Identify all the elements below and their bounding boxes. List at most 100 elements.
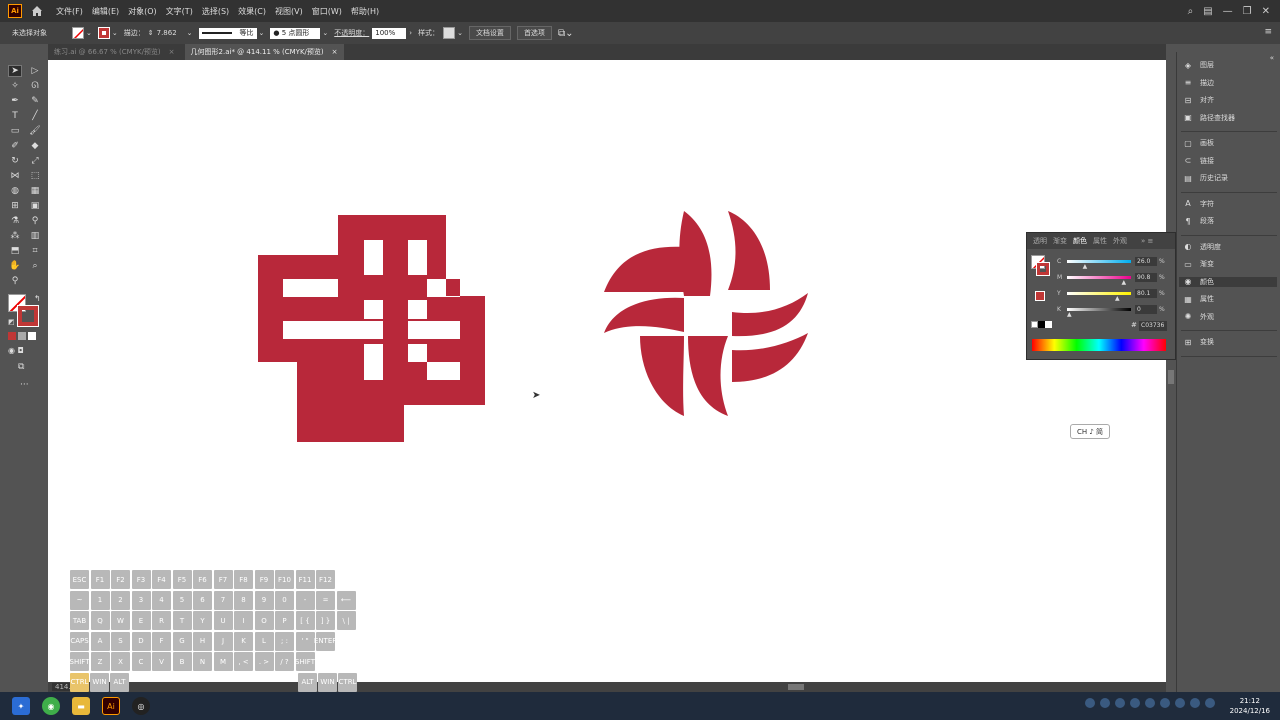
color-slider-y[interactable]: Y ▲ 80.1% bbox=[1057, 289, 1165, 302]
keyboard-key[interactable]: SHIFT bbox=[70, 652, 89, 671]
keyboard-key[interactable]: ENTER bbox=[314, 631, 337, 651]
keyboard-key[interactable]: R bbox=[152, 611, 171, 630]
shaper-tool-icon[interactable]: ✐ bbox=[8, 140, 22, 152]
color-panel-tab[interactable]: 透明 bbox=[1033, 236, 1047, 246]
system-clock[interactable]: 21:12 2024/12/16 bbox=[1230, 696, 1270, 716]
paintbrush-tool-icon[interactable]: 🖌 bbox=[28, 125, 42, 137]
close-window-icon[interactable]: ✕ bbox=[1262, 6, 1270, 17]
keyboard-key[interactable]: WIN bbox=[318, 672, 337, 692]
panel-item[interactable]: A 字符 bbox=[1183, 199, 1214, 209]
menu-item[interactable]: 效果(C) bbox=[238, 6, 266, 17]
ime-indicator[interactable]: CH ♪ 简 bbox=[1070, 424, 1110, 439]
stroke-indicator[interactable] bbox=[17, 305, 39, 327]
keyboard-key[interactable]: E bbox=[131, 611, 151, 630]
illustrator-taskbar-icon[interactable]: Ai bbox=[102, 697, 120, 715]
color-spectrum[interactable] bbox=[1032, 339, 1166, 351]
gradient-tool-icon[interactable]: ▣ bbox=[28, 200, 42, 212]
menu-item[interactable]: 选择(S) bbox=[202, 6, 229, 17]
document-setup-button[interactable]: 文档设置 bbox=[468, 26, 511, 40]
keyboard-key[interactable]: F2 bbox=[111, 570, 130, 589]
fill-swatch[interactable]: ⌄ bbox=[72, 27, 92, 39]
keyboard-key[interactable]: L bbox=[254, 631, 274, 651]
keyboard-key[interactable]: F12 bbox=[316, 570, 335, 589]
zoom-tool-2-icon[interactable]: ⚲ bbox=[8, 275, 22, 287]
keyboard-key[interactable]: 9 bbox=[254, 590, 274, 610]
hex-input[interactable]: C03736 bbox=[1139, 321, 1167, 331]
keyboard-key[interactable]: ' " bbox=[295, 631, 315, 651]
draw-mode-icon[interactable]: ◉ ◘ bbox=[8, 346, 24, 355]
stroke-swatch[interactable]: ⌄ bbox=[97, 27, 118, 39]
keyboard-key[interactable]: F3 bbox=[131, 570, 151, 589]
keyboard-key[interactable]: N bbox=[193, 652, 212, 671]
menu-item[interactable]: 文字(T) bbox=[166, 6, 193, 17]
keyboard-key[interactable]: ESC bbox=[70, 570, 89, 589]
restore-icon[interactable]: ❐ bbox=[1243, 6, 1252, 17]
opacity-input[interactable]: 100% bbox=[372, 27, 407, 39]
color-panel-tab[interactable]: 颜色 bbox=[1073, 236, 1087, 246]
pinwheel-logo[interactable] bbox=[604, 211, 808, 416]
eyedropper-tool-icon[interactable]: ⚗ bbox=[8, 215, 22, 227]
slider-track[interactable]: ▲ bbox=[1067, 308, 1131, 318]
rotate-tool-icon[interactable]: ↻ bbox=[8, 155, 22, 167]
color-stroke-swatch[interactable] bbox=[1036, 262, 1050, 276]
keyboard-key[interactable]: F7 bbox=[213, 570, 233, 589]
collapse-dock-icon[interactable]: « bbox=[1270, 54, 1274, 62]
keyboard-key[interactable]: , < bbox=[234, 652, 253, 671]
menu-item[interactable]: 窗口(W) bbox=[312, 6, 342, 17]
rectangle-tool-icon[interactable]: ▭ bbox=[8, 125, 22, 137]
keyboard-key[interactable]: F6 bbox=[193, 570, 212, 589]
keyboard-key[interactable]: T bbox=[172, 611, 192, 630]
keyboard-key[interactable]: CAPS bbox=[70, 631, 89, 651]
keyboard-key[interactable]: - bbox=[295, 590, 315, 610]
keyboard-key[interactable]: \ | bbox=[336, 611, 356, 630]
panel-more-icon[interactable]: » ≡ bbox=[1141, 237, 1153, 245]
keyboard-key[interactable]: 7 bbox=[213, 590, 233, 610]
hand-tool-icon[interactable]: ✋ bbox=[8, 260, 22, 272]
keyboard-key[interactable]: D bbox=[131, 631, 151, 651]
keyboard-key[interactable]: ~ bbox=[70, 590, 89, 610]
keyboard-key[interactable]: Z bbox=[90, 652, 110, 671]
eraser-tool-icon[interactable]: ◆ bbox=[28, 140, 42, 152]
panel-menu-icon[interactable]: ≡ bbox=[1264, 27, 1272, 37]
workspace-icon[interactable]: ▤ bbox=[1203, 6, 1212, 17]
blend-tool-icon[interactable]: ⚲ bbox=[28, 215, 42, 227]
keyboard-key[interactable]: F1 bbox=[90, 570, 110, 589]
keyboard-key[interactable]: . > bbox=[254, 652, 274, 671]
start-icon[interactable]: ✦ bbox=[12, 697, 30, 715]
vertical-scrollbar[interactable] bbox=[1166, 60, 1176, 682]
keyboard-key[interactable]: F bbox=[152, 631, 171, 651]
slider-track[interactable]: ▲ bbox=[1067, 276, 1131, 286]
symbol-sprayer-tool-icon[interactable]: ⁂ bbox=[8, 230, 22, 242]
line-style-dropdown[interactable]: 等比 ⌄ bbox=[198, 27, 264, 39]
color-slider-k[interactable]: K ▲ 0% bbox=[1057, 305, 1165, 318]
camera-app-icon[interactable]: ◎ bbox=[132, 697, 150, 715]
panel-item[interactable]: ≡ 描边 bbox=[1183, 78, 1214, 88]
keyboard-key[interactable]: J bbox=[213, 631, 233, 651]
keyboard-key[interactable]: B bbox=[172, 652, 192, 671]
cross-shape[interactable] bbox=[258, 215, 485, 442]
curvature-tool-icon[interactable]: ✎ bbox=[28, 95, 42, 107]
home-icon[interactable] bbox=[30, 4, 44, 18]
panel-item[interactable]: ¶ 段落 bbox=[1183, 216, 1214, 226]
keyboard-key[interactable]: 3 bbox=[131, 590, 151, 610]
channel-value[interactable]: 0 bbox=[1135, 305, 1157, 314]
menu-item[interactable]: 编辑(E) bbox=[92, 6, 119, 17]
close-tab-icon[interactable]: × bbox=[332, 48, 338, 56]
keyboard-key[interactable]: F8 bbox=[234, 570, 253, 589]
channel-value[interactable]: 80.1 bbox=[1135, 289, 1157, 298]
keyboard-key[interactable]: F11 bbox=[295, 570, 315, 589]
color-slider-c[interactable]: C ▲ 26.0% bbox=[1057, 257, 1165, 270]
keyboard-key[interactable]: F10 bbox=[275, 570, 294, 589]
keyboard-key[interactable]: U bbox=[213, 611, 233, 630]
keyboard-key[interactable]: F9 bbox=[254, 570, 274, 589]
slider-handle[interactable]: ▲ bbox=[1067, 311, 1072, 318]
keyboard-key[interactable]: SHIFT bbox=[295, 652, 315, 671]
panel-item[interactable]: ▣ 路径查找器 bbox=[1183, 113, 1235, 123]
direct-selection-tool-icon[interactable]: ▷ bbox=[28, 65, 42, 77]
keyboard-key[interactable]: I bbox=[234, 611, 253, 630]
channel-value[interactable]: 26.0 bbox=[1135, 257, 1157, 266]
column-graph-tool-icon[interactable]: ▥ bbox=[28, 230, 42, 242]
slider-handle[interactable]: ▲ bbox=[1115, 295, 1120, 302]
panel-item[interactable]: ◉ 颜色 bbox=[1179, 276, 1277, 287]
scroll-thumb[interactable] bbox=[1168, 370, 1174, 384]
